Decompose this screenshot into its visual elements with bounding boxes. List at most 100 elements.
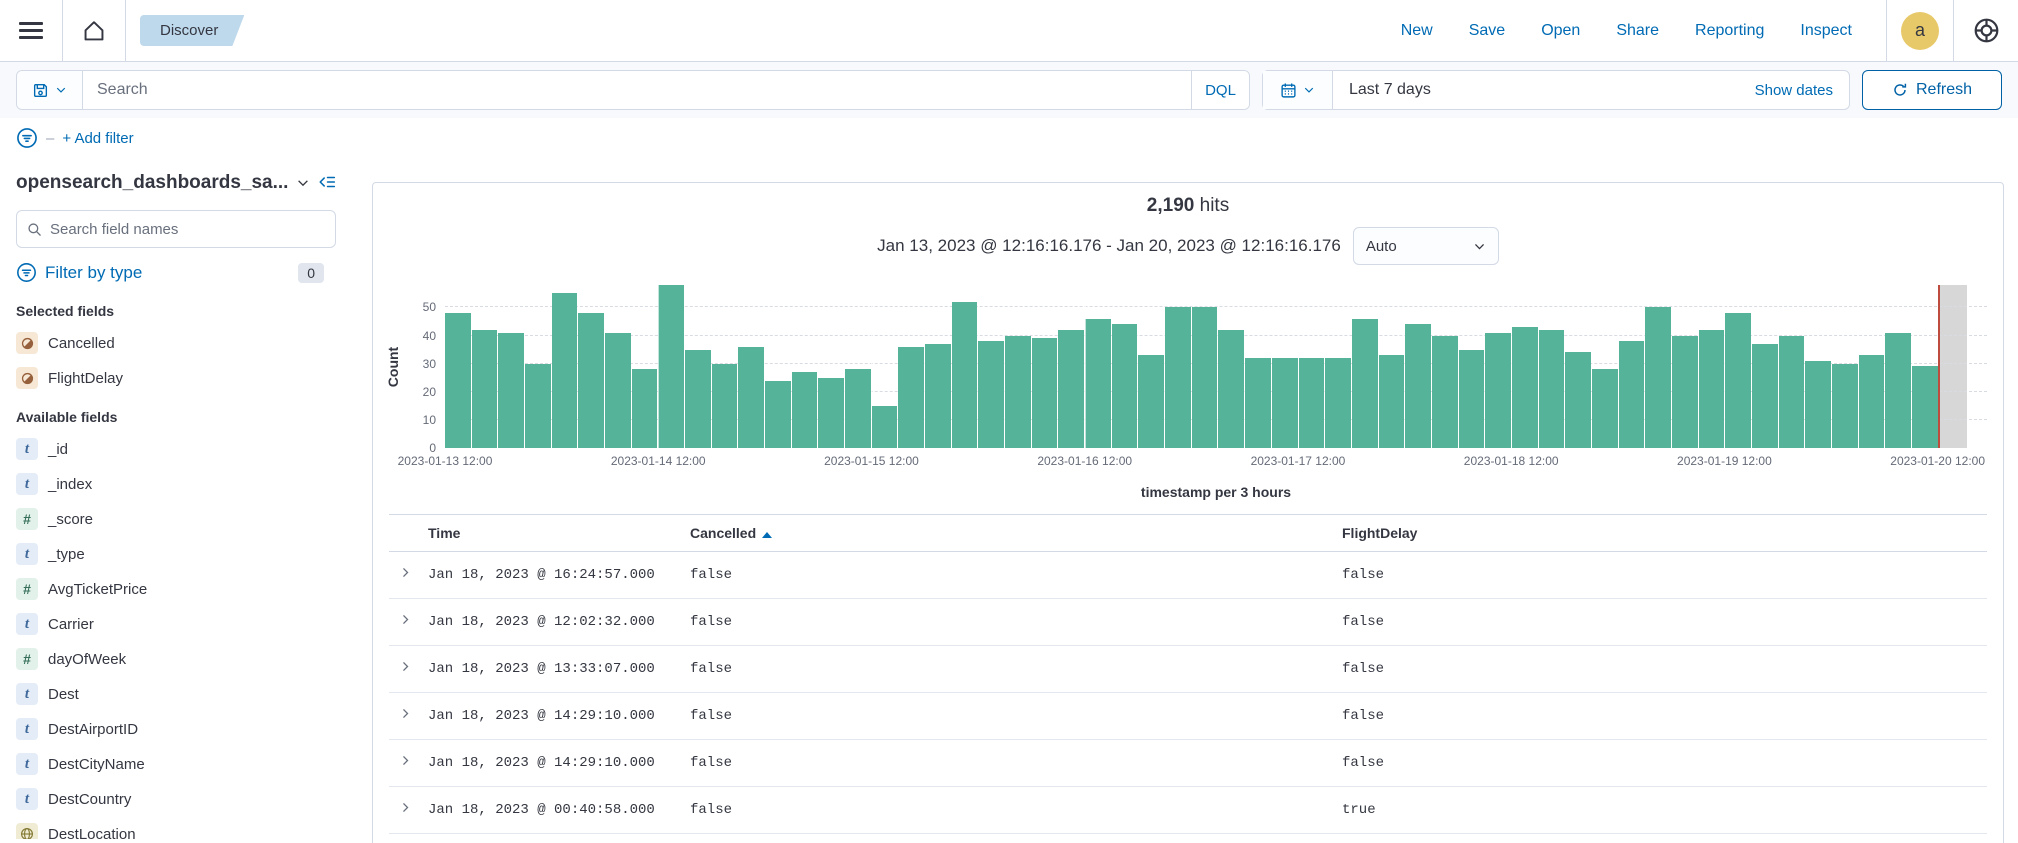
field-item-DestAirportID[interactable]: t DestAirportID bbox=[16, 718, 336, 740]
histogram-bar[interactable] bbox=[1378, 355, 1405, 448]
histogram-bar[interactable] bbox=[471, 330, 498, 448]
histogram-bar[interactable] bbox=[631, 369, 658, 448]
histogram-bar[interactable] bbox=[1805, 361, 1831, 448]
expand-row-icon[interactable] bbox=[399, 566, 412, 579]
expand-row-icon[interactable] bbox=[399, 754, 412, 767]
histogram-bar[interactable] bbox=[1725, 313, 1751, 448]
histogram-bar[interactable] bbox=[1405, 324, 1431, 448]
histogram-bar[interactable] bbox=[1351, 319, 1378, 448]
filter-by-type-button[interactable]: Filter by type bbox=[45, 263, 142, 283]
histogram-bar[interactable] bbox=[1218, 330, 1245, 448]
histogram-bar[interactable] bbox=[551, 293, 578, 448]
field-search-input[interactable] bbox=[50, 220, 325, 238]
index-pattern-title[interactable]: opensearch_dashboards_sa... bbox=[16, 172, 288, 194]
collapse-sidebar-button[interactable] bbox=[318, 173, 336, 194]
histogram-bar[interactable] bbox=[871, 406, 898, 448]
expand-row-icon[interactable] bbox=[399, 660, 412, 673]
saved-query-menu-button[interactable] bbox=[17, 71, 83, 109]
histogram-bar[interactable] bbox=[1645, 307, 1671, 448]
histogram-bar[interactable] bbox=[498, 333, 525, 448]
histogram-bar[interactable] bbox=[605, 333, 631, 448]
interval-select[interactable]: Auto bbox=[1352, 227, 1499, 265]
topnav-link-reporting[interactable]: Reporting bbox=[1695, 22, 1764, 40]
field-item-DestLocation[interactable]: DestLocation bbox=[16, 823, 336, 839]
histogram-bar[interactable] bbox=[765, 381, 791, 448]
home-button[interactable] bbox=[63, 0, 125, 61]
histogram-bar[interactable] bbox=[791, 372, 818, 448]
histogram-bar[interactable] bbox=[818, 378, 845, 448]
histogram-bar[interactable] bbox=[1698, 330, 1725, 448]
field-item-dayOfWeek[interactable]: # dayOfWeek bbox=[16, 648, 336, 670]
column-header-cancelled[interactable]: Cancelled bbox=[682, 515, 1334, 552]
help-button[interactable] bbox=[1954, 0, 2018, 61]
topnav-link-save[interactable]: Save bbox=[1469, 22, 1505, 40]
field-item-DestCountry[interactable]: t DestCountry bbox=[16, 788, 336, 810]
histogram-bar[interactable] bbox=[1271, 358, 1298, 448]
histogram-bar[interactable] bbox=[1325, 358, 1351, 448]
field-item-Dest[interactable]: t Dest bbox=[16, 683, 336, 705]
histogram-bar[interactable] bbox=[1831, 364, 1858, 448]
query-language-button[interactable]: DQL bbox=[1191, 71, 1249, 109]
chevron-down-icon[interactable] bbox=[296, 176, 310, 190]
histogram-bar[interactable] bbox=[1911, 366, 1938, 448]
histogram-bar[interactable] bbox=[1511, 327, 1538, 448]
topnav-link-new[interactable]: New bbox=[1401, 22, 1433, 40]
field-item-_index[interactable]: t _index bbox=[16, 473, 336, 495]
field-item-_id[interactable]: t _id bbox=[16, 438, 336, 460]
histogram-bar[interactable] bbox=[1618, 341, 1645, 448]
histogram-bar[interactable] bbox=[925, 344, 951, 448]
field-item-DestCityName[interactable]: t DestCityName bbox=[16, 753, 336, 775]
histogram-bar[interactable] bbox=[898, 347, 925, 448]
expand-row-icon[interactable] bbox=[399, 801, 412, 814]
time-range-value[interactable]: Last 7 days bbox=[1333, 81, 1755, 99]
expand-row-icon[interactable] bbox=[399, 613, 412, 626]
histogram-bar[interactable] bbox=[711, 364, 738, 448]
expand-row-icon[interactable] bbox=[399, 707, 412, 720]
search-input[interactable] bbox=[83, 71, 1191, 109]
histogram-bar[interactable] bbox=[1751, 344, 1778, 448]
histogram-bar[interactable] bbox=[1298, 358, 1325, 448]
histogram-bar[interactable] bbox=[1671, 336, 1698, 448]
field-item-AvgTicketPrice[interactable]: # AvgTicketPrice bbox=[16, 578, 336, 600]
histogram-bar[interactable] bbox=[1885, 333, 1911, 448]
histogram-bar[interactable] bbox=[1165, 307, 1191, 448]
field-item-FlightDelay[interactable]: FlightDelay bbox=[16, 367, 336, 389]
field-item-_score[interactable]: # _score bbox=[16, 508, 336, 530]
refresh-button[interactable]: Refresh bbox=[1862, 70, 2002, 110]
histogram-bar[interactable] bbox=[1058, 330, 1085, 448]
histogram-bar[interactable] bbox=[1085, 319, 1111, 448]
topnav-link-inspect[interactable]: Inspect bbox=[1800, 22, 1852, 40]
histogram-bar[interactable] bbox=[1138, 355, 1165, 448]
histogram-bar[interactable] bbox=[445, 313, 471, 448]
show-dates-button[interactable]: Show dates bbox=[1755, 82, 1849, 99]
date-picker-menu-button[interactable] bbox=[1263, 71, 1333, 109]
histogram-bar[interactable] bbox=[1591, 369, 1618, 448]
histogram-bar[interactable] bbox=[978, 341, 1005, 448]
histogram-bar[interactable] bbox=[1485, 333, 1511, 448]
histogram-bar[interactable] bbox=[658, 285, 685, 448]
topnav-link-share[interactable]: Share bbox=[1616, 22, 1659, 40]
field-item-Carrier[interactable]: t Carrier bbox=[16, 613, 336, 635]
field-item-Cancelled[interactable]: Cancelled bbox=[16, 332, 336, 354]
histogram-bar[interactable] bbox=[525, 364, 551, 448]
histogram-bar[interactable] bbox=[951, 302, 978, 448]
histogram-bar[interactable] bbox=[1778, 336, 1805, 448]
histogram-bar[interactable] bbox=[685, 350, 711, 448]
histogram-bar[interactable] bbox=[1538, 330, 1565, 448]
histogram-bar[interactable] bbox=[1191, 307, 1218, 448]
histogram-bar[interactable] bbox=[1858, 355, 1885, 448]
topnav-link-open[interactable]: Open bbox=[1541, 22, 1580, 40]
column-header-flightdelay[interactable]: FlightDelay bbox=[1334, 515, 1987, 552]
histogram-bar[interactable] bbox=[845, 369, 871, 448]
histogram-bar[interactable] bbox=[1005, 336, 1031, 448]
avatar[interactable]: a bbox=[1901, 11, 1939, 50]
histogram-bar[interactable] bbox=[578, 313, 605, 448]
histogram-bar[interactable] bbox=[1565, 352, 1591, 448]
histogram-bar[interactable] bbox=[1031, 338, 1058, 448]
histogram-bar[interactable] bbox=[1431, 336, 1458, 448]
add-filter-button[interactable]: + Add filter bbox=[62, 130, 133, 147]
field-item-_type[interactable]: t _type bbox=[16, 543, 336, 565]
histogram-bar[interactable] bbox=[1245, 358, 1271, 448]
histogram-bar[interactable] bbox=[1458, 350, 1485, 448]
column-header-time[interactable]: Time bbox=[420, 515, 682, 552]
